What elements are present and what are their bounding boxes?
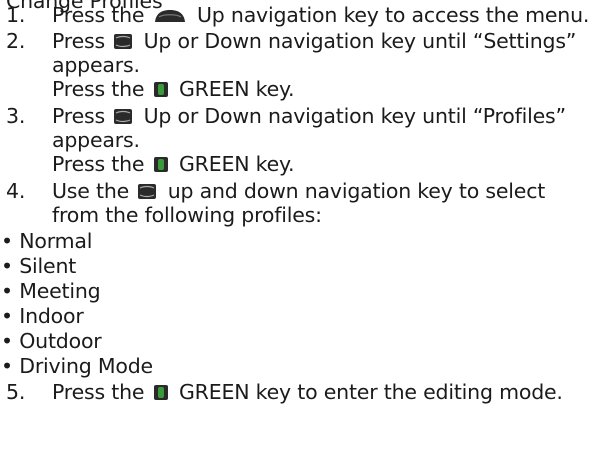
step-text-after: up and down navigation key to select <box>167 179 546 203</box>
step-text-before: Press the <box>52 380 145 404</box>
step-text: appears. <box>52 53 140 77</box>
profile-driving-mode: Driving Mode <box>19 354 153 378</box>
profile-silent: Silent <box>19 254 77 278</box>
step-text: appears. <box>52 128 140 152</box>
step-text-before: Press <box>52 104 105 128</box>
green-key-icon <box>153 81 169 98</box>
profile-normal: Normal <box>19 229 93 253</box>
step-text-before: Use the <box>52 179 130 203</box>
step-text-before: Press <box>52 29 105 53</box>
bullet: • <box>1 304 13 328</box>
bullet: • <box>1 329 13 353</box>
step-number: 2. <box>6 29 26 53</box>
profile-outdoor: Outdoor <box>19 329 102 353</box>
nav-key-icon <box>113 108 133 125</box>
nav-key-icon <box>137 183 157 200</box>
up-key-icon <box>153 8 187 24</box>
step-number: 5. <box>6 380 26 404</box>
green-key-icon <box>153 156 169 173</box>
step-number: 1. <box>6 3 26 27</box>
step-text-after: Up or Down navigation key until “Profile… <box>143 104 567 128</box>
green-key-icon <box>153 384 169 401</box>
step-text-before: Press the <box>52 3 145 27</box>
profile-indoor: Indoor <box>19 304 84 328</box>
nav-key-icon <box>113 33 133 50</box>
step-text-before: Press the <box>52 77 145 101</box>
step-text-after: GREEN key to enter the editing mode. <box>178 380 563 404</box>
step-number: 3. <box>6 104 26 128</box>
step-text: from the following profiles: <box>52 203 322 227</box>
step-text-before: Press the <box>52 152 145 176</box>
step-text-after: Up navigation key to access the menu. <box>196 3 590 27</box>
step-text-after: GREEN key. <box>178 152 295 176</box>
bullet: • <box>1 229 13 253</box>
bullet: • <box>1 279 13 303</box>
step-number: 4. <box>6 179 26 203</box>
bullet: • <box>1 354 13 378</box>
instruction-document: Change Profiles 1. Press the Up navigati… <box>0 0 602 450</box>
bullet: • <box>1 254 13 278</box>
step-text-after: GREEN key. <box>178 77 295 101</box>
step-text-after: Up or Down navigation key until “Setting… <box>143 29 577 53</box>
profile-meeting: Meeting <box>19 279 101 303</box>
